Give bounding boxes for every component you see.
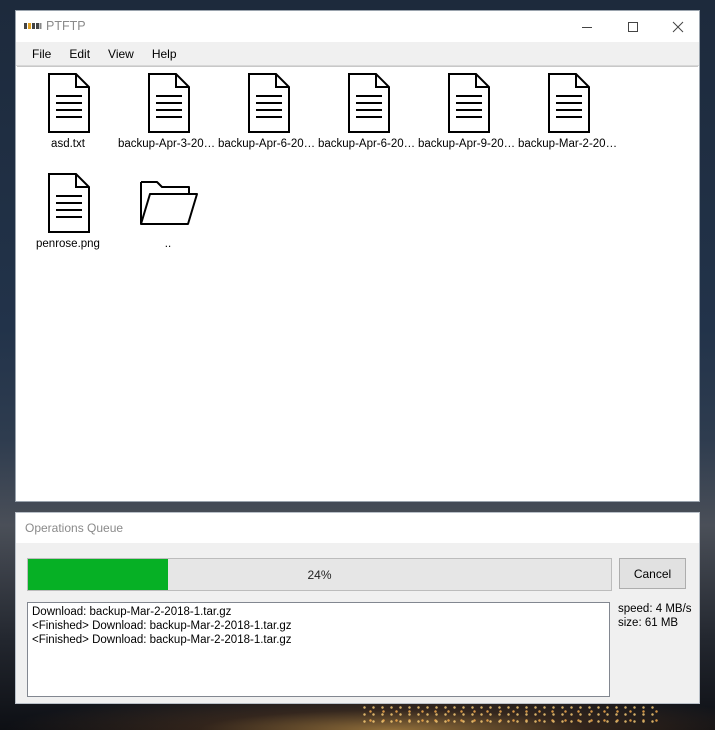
window-title: PTFTP [46, 19, 86, 33]
close-icon [672, 21, 684, 32]
document-icon [148, 73, 190, 133]
document-icon [448, 73, 490, 133]
size-readout: size: 61 MB [618, 617, 679, 629]
document-icon [248, 73, 290, 133]
file-label: backup-Apr-9-201... [418, 138, 518, 150]
log-line: Download: backup-Mar-2-2018-1.tar.gz [32, 606, 232, 618]
document-icon [48, 73, 90, 133]
maximize-icon [628, 21, 638, 32]
folder-open-icon [140, 181, 198, 225]
queue-title: Operations Queue [25, 521, 124, 535]
cancel-button[interactable]: Cancel [619, 558, 686, 589]
progress-bar: 24% [27, 558, 612, 591]
file-item[interactable]: backup-Mar-2-201... [518, 69, 618, 161]
title-bar[interactable]: PTFTP [16, 11, 699, 42]
progress-label: 24% [307, 567, 332, 582]
menu-view[interactable]: View [99, 42, 143, 66]
file-label: penrose.png [36, 238, 100, 250]
file-item[interactable]: backup-Apr-6-201... [318, 69, 418, 161]
maximize-button[interactable] [610, 11, 656, 42]
menu-file[interactable]: File [23, 42, 60, 66]
transfer-stats: speed: 4 MB/s size: 61 MB [618, 602, 692, 630]
file-label: backup-Mar-2-201... [518, 138, 618, 150]
file-item[interactable]: backup-Apr-6-201... [218, 69, 318, 161]
menu-help[interactable]: Help [143, 42, 186, 66]
file-item[interactable]: penrose.png [18, 169, 118, 261]
menu-edit[interactable]: Edit [60, 42, 99, 66]
file-item[interactable]: backup-Apr-3-201... [118, 69, 218, 161]
file-item[interactable]: .. [118, 169, 218, 261]
file-item[interactable]: asd.txt [18, 69, 118, 161]
app-logo-icon [24, 23, 42, 29]
operations-queue-window: Operations Queue 24% Cancel Download: ba… [15, 512, 700, 704]
log-line: <Finished> Download: backup-Mar-2-2018-1… [32, 634, 292, 646]
minimize-icon [582, 26, 592, 28]
file-label: backup-Apr-6-201... [218, 138, 318, 150]
file-label: asd.txt [51, 138, 85, 150]
operations-log[interactable]: Download: backup-Mar-2-2018-1.tar.gz <Fi… [27, 602, 610, 697]
document-icon [548, 73, 590, 133]
document-icon [48, 173, 90, 233]
main-window: PTFTP File Edit View Help asd.txt backup… [15, 10, 700, 502]
file-browser[interactable]: asd.txt backup-Apr-3-201... backup-Apr-6… [17, 66, 698, 500]
file-item[interactable]: backup-Apr-9-201... [418, 69, 518, 161]
desktop-background-lights [360, 704, 660, 726]
log-line: <Finished> Download: backup-Mar-2-2018-1… [32, 620, 292, 632]
file-label: .. [164, 238, 172, 250]
document-icon [348, 73, 390, 133]
speed-readout: speed: 4 MB/s [618, 603, 692, 615]
close-button[interactable] [655, 11, 701, 42]
queue-title-bar[interactable]: Operations Queue [16, 513, 699, 543]
minimize-button[interactable] [564, 11, 610, 42]
menu-bar: File Edit View Help [16, 42, 699, 66]
file-label: backup-Apr-6-201... [318, 138, 418, 150]
file-label: backup-Apr-3-201... [118, 138, 218, 150]
